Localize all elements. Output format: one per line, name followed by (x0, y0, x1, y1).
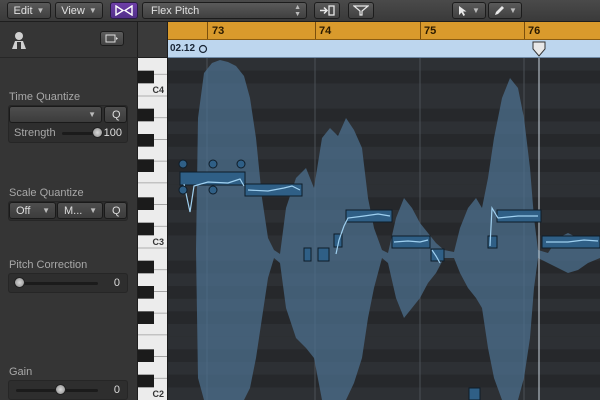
black-key[interactable] (138, 159, 154, 172)
black-key[interactable] (138, 134, 154, 147)
chevron-down-icon: ▼ (89, 206, 97, 215)
black-key[interactable] (138, 349, 154, 362)
note-blob[interactable] (317, 247, 330, 262)
scale-quantize-title: Scale Quantize (9, 187, 84, 199)
pitch-correction-slider-track[interactable] (16, 282, 98, 285)
chevron-down-icon: ▼ (509, 6, 517, 15)
flex-mode-label: Flex Pitch (151, 4, 200, 17)
pitch-drift-end-handle[interactable] (178, 185, 188, 195)
pitch-correction-value: 0 (113, 277, 120, 289)
gain-slider-knob[interactable] (55, 384, 66, 395)
black-key[interactable] (138, 197, 154, 210)
flag-button[interactable] (100, 31, 124, 46)
ruler-tick (315, 22, 316, 39)
note-blob[interactable] (487, 235, 498, 249)
pitch-editor-area[interactable] (168, 58, 600, 400)
black-key[interactable] (138, 260, 154, 274)
region-position: 02.12 (170, 43, 196, 54)
flex-mode-button[interactable] (110, 2, 138, 19)
flex-icon (115, 5, 133, 16)
track-icon (12, 32, 26, 49)
time-quantize-q-label: Q (112, 108, 121, 121)
region-timebar[interactable]: 02.12 (168, 40, 600, 58)
black-key[interactable] (138, 374, 154, 388)
black-key[interactable] (138, 108, 154, 122)
loop-start-marker-icon[interactable] (198, 44, 208, 54)
black-key[interactable] (138, 286, 154, 299)
chevron-down-icon: ▼ (42, 206, 50, 215)
filter-icon (353, 5, 369, 16)
pointer-tool-button[interactable]: ▼ (452, 2, 486, 19)
pointer-icon (459, 5, 467, 16)
octave-label-c2: C2 (152, 389, 164, 399)
scale-quantize-root-value: Off (16, 204, 31, 217)
strength-value: 100 (103, 127, 122, 139)
pitch-correction-slider-knob[interactable] (14, 277, 25, 288)
ruler-bar-label: 76 (528, 25, 541, 37)
inspector-header (0, 22, 138, 58)
pencil-icon (495, 5, 505, 15)
chevron-down-icon: ▼ (36, 6, 45, 15)
ruler-corner (138, 22, 168, 58)
view-menu-button[interactable]: View ▼ (55, 2, 103, 19)
flex-mode-select[interactable]: Flex Pitch ▲ ▼ (142, 2, 307, 19)
ruler-tick (207, 22, 208, 39)
note-blob[interactable] (179, 171, 246, 186)
scale-quantize-mode-value: M... (64, 204, 83, 217)
pitch-correction-title: Pitch Correction (9, 259, 88, 271)
chevron-down-icon: ▼ (88, 110, 96, 119)
edit-menu-button[interactable]: Edit ▼ (7, 2, 51, 19)
catch-button[interactable] (314, 2, 340, 19)
black-key[interactable] (138, 70, 154, 84)
time-quantize-title: Time Quantize (9, 91, 81, 103)
octave-label-c3: C3 (152, 237, 164, 247)
time-quantize-q-button[interactable]: Q (104, 106, 127, 123)
scale-quantize-root-select[interactable]: Off ▼ (9, 202, 56, 219)
vibrato-handle[interactable] (236, 159, 246, 169)
inspector-panel: Time Quantize ▼ Q Strength 100 Scale Qua… (0, 22, 160, 400)
ruler-bar-label: 74 (319, 25, 332, 37)
updown-arrows-icon: ▲ ▼ (294, 4, 301, 18)
black-key[interactable] (138, 311, 154, 324)
scale-quantize-mode-select[interactable]: M... ▼ (57, 202, 103, 219)
toolbar: Edit ▼ View ▼ Flex Pitch ▲ ▼ ▼ ▼ (0, 0, 600, 22)
chevron-down-icon: ▼ (472, 6, 480, 15)
gain-handle[interactable] (208, 185, 218, 195)
fine-pitch-handle[interactable] (208, 159, 218, 169)
ruler-bar-label: 73 (212, 25, 225, 37)
note-blob[interactable] (468, 387, 481, 400)
filter-button[interactable] (348, 2, 374, 19)
note-blob[interactable] (345, 209, 393, 223)
scale-quantize-q-button[interactable]: Q (104, 202, 127, 219)
strength-label: Strength (14, 127, 56, 139)
ruler-tick (420, 22, 421, 39)
editor-canvas[interactable] (168, 58, 600, 400)
bar-ruler[interactable]: 73 74 75 76 (168, 22, 600, 40)
gain-value: 0 (113, 384, 120, 396)
piano-keys[interactable] (138, 58, 168, 400)
view-menu-label: View (61, 4, 85, 17)
gain-title: Gain (9, 366, 33, 378)
note-blob[interactable] (303, 247, 312, 262)
piano-keyboard[interactable]: C4 C3 C2 (138, 58, 168, 400)
scale-quantize-q-label: Q (112, 204, 121, 217)
catch-icon (320, 5, 335, 16)
pencil-tool-button[interactable]: ▼ (488, 2, 522, 19)
black-key[interactable] (138, 222, 154, 236)
ruler-tick (524, 22, 525, 39)
ruler-bar-label: 75 (424, 25, 437, 37)
time-quantize-select[interactable]: ▼ (9, 106, 102, 123)
edit-menu-label: Edit (13, 4, 33, 17)
pitch-drift-handle[interactable] (178, 159, 188, 169)
chevron-down-icon: ▼ (88, 6, 97, 15)
flag-icon (105, 34, 118, 43)
octave-label-c4: C4 (152, 85, 164, 95)
playhead-marker-icon[interactable] (532, 41, 546, 57)
